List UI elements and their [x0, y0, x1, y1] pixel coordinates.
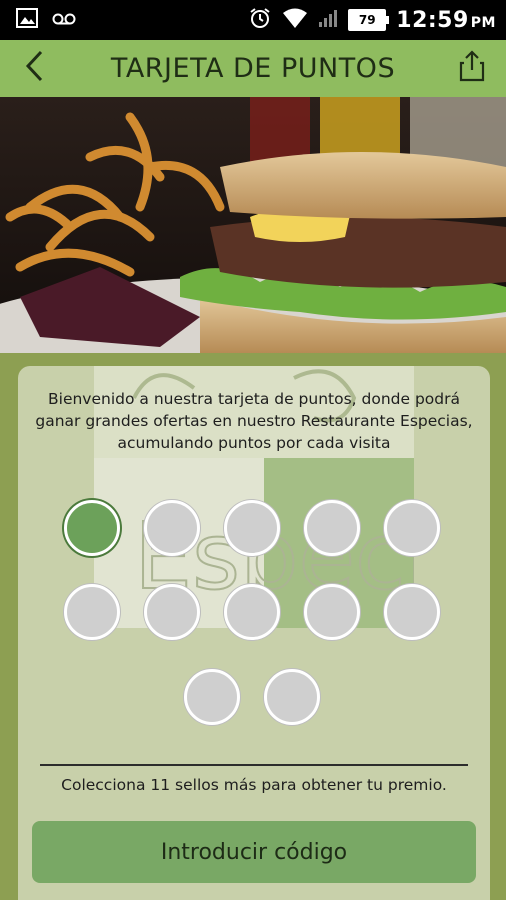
stamp-12 [264, 669, 320, 725]
divider [40, 764, 468, 766]
stamp-7 [144, 584, 200, 640]
stamp-8 [224, 584, 280, 640]
stamp-10 [384, 584, 440, 640]
chevron-left-icon [23, 49, 45, 87]
stamp-5 [384, 500, 440, 556]
stamp-6 [64, 584, 120, 640]
stamp-9 [304, 584, 360, 640]
battery-level: 79 [358, 13, 376, 27]
back-button[interactable] [14, 48, 54, 88]
wifi-icon [282, 7, 308, 33]
clock-ampm: PM [470, 14, 496, 31]
points-card: Especias Bienvenido a nuestra tarjeta de… [18, 366, 490, 900]
burger-photo [0, 97, 506, 353]
share-button[interactable] [452, 48, 492, 88]
clock-time: 12:59 [396, 7, 469, 33]
stamp-4 [304, 500, 360, 556]
stamp-3 [224, 500, 280, 556]
enter-code-button[interactable]: Introducir código [32, 821, 476, 883]
voicemail-icon [52, 11, 76, 30]
image-icon [16, 8, 38, 32]
stamp-1 [64, 500, 120, 556]
status-bar: 79 12:59 PM [0, 0, 506, 40]
battery-icon: 79 [348, 9, 390, 31]
clock: 12:59 PM [396, 8, 496, 33]
stamp-2 [144, 500, 200, 556]
stamp-11 [184, 669, 240, 725]
hero-image [0, 97, 506, 353]
app-bar: TARJETA DE PUNTOS [0, 40, 506, 97]
alarm-icon [248, 6, 272, 34]
collect-message: Colecciona 11 sellos más para obtener tu… [61, 776, 447, 794]
stamp-grid [18, 366, 490, 746]
signal-icon [318, 8, 338, 32]
page-title: TARJETA DE PUNTOS [110, 53, 396, 84]
share-icon [459, 50, 485, 86]
